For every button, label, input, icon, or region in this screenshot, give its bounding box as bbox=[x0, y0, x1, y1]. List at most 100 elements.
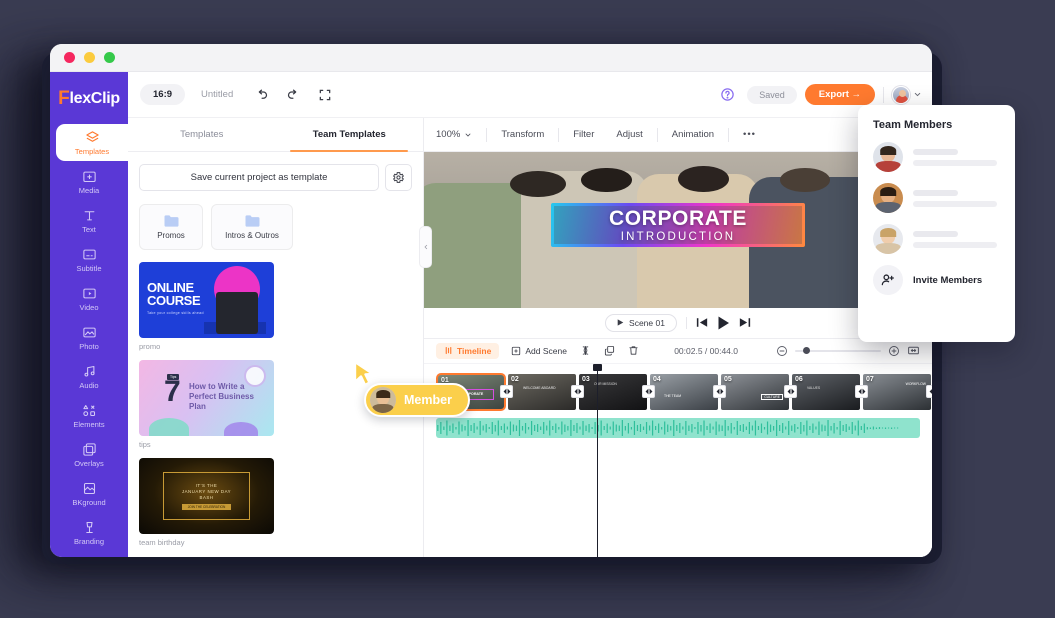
project-name-field[interactable]: Untitled bbox=[201, 89, 233, 100]
timeline-zoom-out-button[interactable] bbox=[776, 345, 788, 357]
app-logo[interactable]: FlexClip bbox=[50, 76, 128, 122]
timeline-tab[interactable]: Timeline bbox=[436, 342, 500, 359]
waveform-icon bbox=[437, 419, 899, 436]
timeline-clip[interactable]: 03 OUR MISSION bbox=[578, 372, 648, 411]
help-button[interactable] bbox=[715, 83, 739, 107]
next-scene-button[interactable] bbox=[739, 317, 751, 328]
transition-button[interactable] bbox=[642, 385, 655, 398]
timeline-clip[interactable]: 05 CULTURE bbox=[720, 372, 790, 411]
filter-button[interactable]: Filter bbox=[562, 129, 605, 140]
sidebar-label-photo: Photo bbox=[79, 341, 99, 351]
animation-button[interactable]: Animation bbox=[661, 129, 725, 140]
previous-scene-button[interactable] bbox=[696, 317, 708, 328]
save-project-as-template-button[interactable]: Save current project as template bbox=[139, 164, 379, 191]
plus-circle-icon bbox=[889, 345, 899, 356]
sidebar-item-video[interactable]: Video bbox=[50, 280, 128, 317]
add-scene-button[interactable]: Add Scene bbox=[511, 346, 567, 356]
collaborator-name: Member bbox=[404, 393, 452, 407]
timeline-fit-button[interactable] bbox=[907, 344, 920, 357]
transform-button[interactable]: Transform bbox=[490, 129, 555, 140]
transition-button[interactable] bbox=[500, 385, 513, 398]
sidebar-item-branding[interactable]: Branding bbox=[50, 514, 128, 551]
editor-main: 100% Transform Filter Adjust Animation •… bbox=[424, 118, 932, 557]
collaborator-badge[interactable]: Member bbox=[364, 383, 470, 417]
minimize-window-button[interactable] bbox=[84, 52, 95, 63]
timeline-playhead[interactable] bbox=[593, 363, 602, 557]
template-card-team-birthday[interactable]: IT'S THE JANUARY NEW DAY BASH JOIN THE C… bbox=[139, 458, 274, 547]
template-folders: Promos Intros & Outros bbox=[139, 204, 412, 250]
timeline-clip[interactable]: 07 WORKFLOW bbox=[862, 372, 932, 411]
timeline-zoom-in-button[interactable] bbox=[888, 345, 900, 357]
transition-button[interactable] bbox=[571, 385, 584, 398]
app-window: FlexClip Templates Media Text Subtitle V… bbox=[50, 44, 932, 557]
folder-promos[interactable]: Promos bbox=[139, 204, 203, 250]
transition-button[interactable] bbox=[784, 385, 797, 398]
zoom-level-dropdown[interactable]: 100% bbox=[436, 129, 483, 140]
tab-team-templates[interactable]: Team Templates bbox=[276, 118, 424, 152]
invite-members-button[interactable]: Invite Members bbox=[873, 265, 1000, 295]
team-member-row[interactable] bbox=[873, 183, 1000, 213]
sidebar-item-photo[interactable]: Photo bbox=[50, 319, 128, 356]
tips-number: 7 bbox=[164, 375, 181, 408]
saved-status-button[interactable]: Saved bbox=[747, 85, 797, 104]
preview-title-sub: INTRODUCTION bbox=[620, 230, 736, 243]
template-caption-promo: promo bbox=[139, 342, 161, 351]
video-preview[interactable]: CORPORATE INTRODUCTION bbox=[424, 152, 932, 308]
sidebar-item-media[interactable]: Media bbox=[50, 163, 128, 200]
duplicate-button[interactable] bbox=[604, 345, 615, 356]
sidebar-item-text[interactable]: Text bbox=[50, 202, 128, 239]
audio-track[interactable] bbox=[436, 417, 920, 438]
fullscreen-icon bbox=[319, 89, 331, 100]
undo-icon bbox=[258, 89, 267, 99]
delete-button[interactable] bbox=[628, 345, 639, 356]
collapse-panel-button[interactable] bbox=[419, 226, 432, 268]
timeline-tracks: 01 CORPORATE 02 WELCOME ABOARD 03 OUR MI… bbox=[424, 363, 932, 557]
template-card-tips[interactable]: Tips 7 How to Write a Perfect Business P… bbox=[139, 360, 274, 449]
folder-intros-outros[interactable]: Intros & Outros bbox=[211, 204, 293, 250]
team-member-row[interactable] bbox=[873, 142, 1000, 172]
timeline-tab-label: Timeline bbox=[457, 345, 492, 356]
export-button[interactable]: Export → bbox=[804, 84, 875, 105]
sidebar-item-subtitle[interactable]: Subtitle bbox=[50, 241, 128, 278]
logo-f-mark: F bbox=[58, 88, 70, 109]
template-card-promo[interactable]: ONLINE COURSE Take your college skills a… bbox=[139, 262, 274, 351]
play-button[interactable] bbox=[717, 316, 730, 330]
title-overlay[interactable]: CORPORATE INTRODUCTION bbox=[551, 203, 805, 247]
sidebar-item-audio[interactable]: Audio bbox=[50, 358, 128, 395]
template-caption-tips: tips bbox=[139, 440, 151, 449]
chevron-left-icon bbox=[423, 244, 427, 250]
sidebar-item-overlays[interactable]: Overlays bbox=[50, 436, 128, 473]
fullscreen-button[interactable] bbox=[313, 83, 337, 107]
sidebar-item-background[interactable]: BKground bbox=[50, 475, 128, 512]
sidebar-item-templates[interactable]: Templates bbox=[56, 124, 128, 161]
timeline-clip[interactable]: 02 WELCOME ABOARD bbox=[507, 372, 577, 411]
team-member-row[interactable] bbox=[873, 224, 1000, 254]
current-scene-button[interactable]: Scene 01 bbox=[605, 313, 677, 332]
split-button[interactable] bbox=[580, 345, 591, 356]
timeline-zoom-slider[interactable] bbox=[795, 347, 881, 354]
panel-tabs: Templates Team Templates bbox=[128, 118, 423, 152]
member-placeholder-lines bbox=[913, 230, 1000, 248]
template-settings-button[interactable] bbox=[385, 164, 412, 191]
close-window-button[interactable] bbox=[64, 52, 75, 63]
transition-button[interactable] bbox=[926, 385, 932, 398]
redo-button[interactable] bbox=[281, 83, 305, 107]
zoom-slider-knob[interactable] bbox=[803, 347, 810, 354]
timeline-clip[interactable]: 06 VALUES bbox=[791, 372, 861, 411]
transition-button[interactable] bbox=[713, 385, 726, 398]
tab-templates[interactable]: Templates bbox=[128, 118, 276, 151]
title-overlay-inner: CORPORATE INTRODUCTION bbox=[554, 206, 802, 244]
timeline-clip[interactable]: 04 THE TEAM bbox=[649, 372, 719, 411]
sidebar-item-elements[interactable]: Elements bbox=[50, 397, 128, 434]
aspect-ratio-button[interactable]: 16:9 bbox=[140, 84, 186, 105]
more-options-button[interactable]: ••• bbox=[732, 129, 767, 140]
account-menu[interactable] bbox=[892, 85, 922, 104]
preview-stage: CORPORATE INTRODUCTION Scene 01 bbox=[424, 152, 932, 338]
toolbar-divider bbox=[486, 127, 488, 142]
clip-number: 05 bbox=[724, 375, 732, 383]
adjust-button[interactable]: Adjust bbox=[605, 129, 653, 140]
chevron-down-icon bbox=[914, 92, 921, 97]
transition-button[interactable] bbox=[855, 385, 868, 398]
maximize-window-button[interactable] bbox=[104, 52, 115, 63]
undo-button[interactable] bbox=[249, 83, 273, 107]
